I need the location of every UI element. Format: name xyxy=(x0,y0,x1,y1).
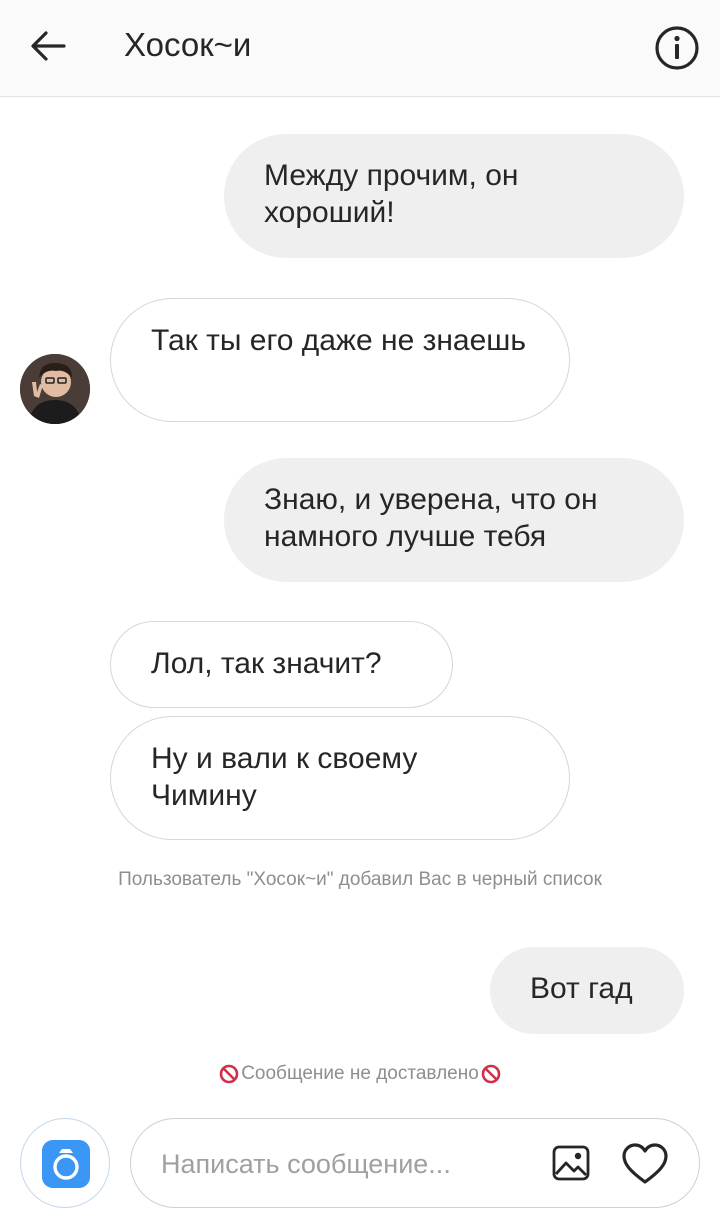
chat-title[interactable]: Хосок~и xyxy=(124,26,251,64)
avatar[interactable] xyxy=(20,354,90,424)
chat-header: Хосок~и xyxy=(0,0,720,97)
heart-icon[interactable] xyxy=(621,1142,669,1186)
blocked-notice: Пользователь "Хосок~и" добавил Вас в чер… xyxy=(118,869,602,890)
message-incoming: Ну и вали к своему Чимину xyxy=(110,716,570,840)
image-icon[interactable] xyxy=(551,1144,591,1182)
prohibited-icon xyxy=(481,1064,501,1084)
message-input[interactable] xyxy=(159,1139,543,1189)
message-composer xyxy=(130,1118,700,1208)
avatar-image xyxy=(20,354,90,424)
message-outgoing: Знаю, и уверена, что он намного лучше те… xyxy=(224,458,684,582)
arrow-left-icon[interactable] xyxy=(26,24,70,68)
not-delivered-text: Сообщение не доставлено xyxy=(241,1063,479,1084)
camera-button[interactable] xyxy=(20,1118,110,1208)
not-delivered-notice: Сообщение не доставлено xyxy=(0,1063,720,1085)
camera-icon xyxy=(42,1140,90,1188)
message-incoming: Так ты его даже не знаешь xyxy=(110,298,570,422)
message-outgoing: Между прочим, он хороший! xyxy=(224,134,684,258)
message-incoming: Лол, так значит? xyxy=(110,621,453,708)
prohibited-icon xyxy=(219,1064,239,1084)
info-circle-icon[interactable] xyxy=(653,24,701,72)
message-outgoing: Вот гад xyxy=(490,947,684,1034)
